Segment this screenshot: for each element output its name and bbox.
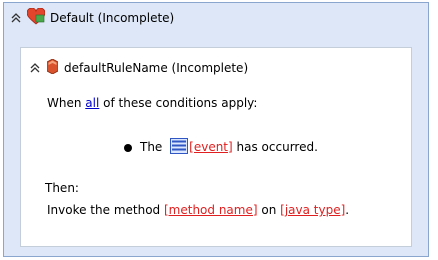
rule-title: defaultRuleName (Incomplete) bbox=[64, 61, 249, 75]
rule-panel: defaultRuleName (Incomplete) When all of… bbox=[20, 47, 412, 247]
rule-set-title: Default (Incomplete) bbox=[50, 11, 175, 25]
condition-line: The [event] has occurred. bbox=[124, 138, 318, 157]
rule-set-header: Default (Incomplete) bbox=[10, 7, 175, 28]
java-type-link[interactable]: [java type] bbox=[280, 203, 345, 217]
when-line: When all of these conditions apply: bbox=[47, 96, 257, 110]
condition-quantifier-link[interactable]: all bbox=[85, 96, 99, 110]
method-name-link[interactable]: [method name] bbox=[164, 203, 258, 217]
condition-suffix: has occurred. bbox=[236, 140, 318, 154]
rule-header: defaultRuleName (Incomplete) bbox=[29, 58, 249, 77]
action-middle: on bbox=[261, 203, 277, 217]
event-link[interactable]: [event] bbox=[189, 140, 233, 154]
rule-set-panel: Default (Incomplete) defaultRuleName (In… bbox=[3, 2, 429, 257]
event-list-icon bbox=[170, 138, 189, 157]
action-suffix: . bbox=[345, 203, 350, 217]
bullet-icon bbox=[124, 143, 132, 152]
when-suffix: of these conditions apply: bbox=[103, 96, 258, 110]
when-prefix: When bbox=[47, 96, 82, 110]
condition-prefix: The bbox=[140, 140, 163, 154]
action-line: Invoke the method [method name] on [java… bbox=[47, 203, 349, 217]
then-label: Then: bbox=[45, 181, 79, 195]
hexagon-shield-icon bbox=[46, 58, 59, 77]
action-prefix: Invoke the method bbox=[47, 203, 161, 217]
heart-icon bbox=[26, 7, 46, 28]
double-chevron-up-icon[interactable] bbox=[10, 12, 22, 24]
double-chevron-up-icon[interactable] bbox=[29, 62, 41, 74]
